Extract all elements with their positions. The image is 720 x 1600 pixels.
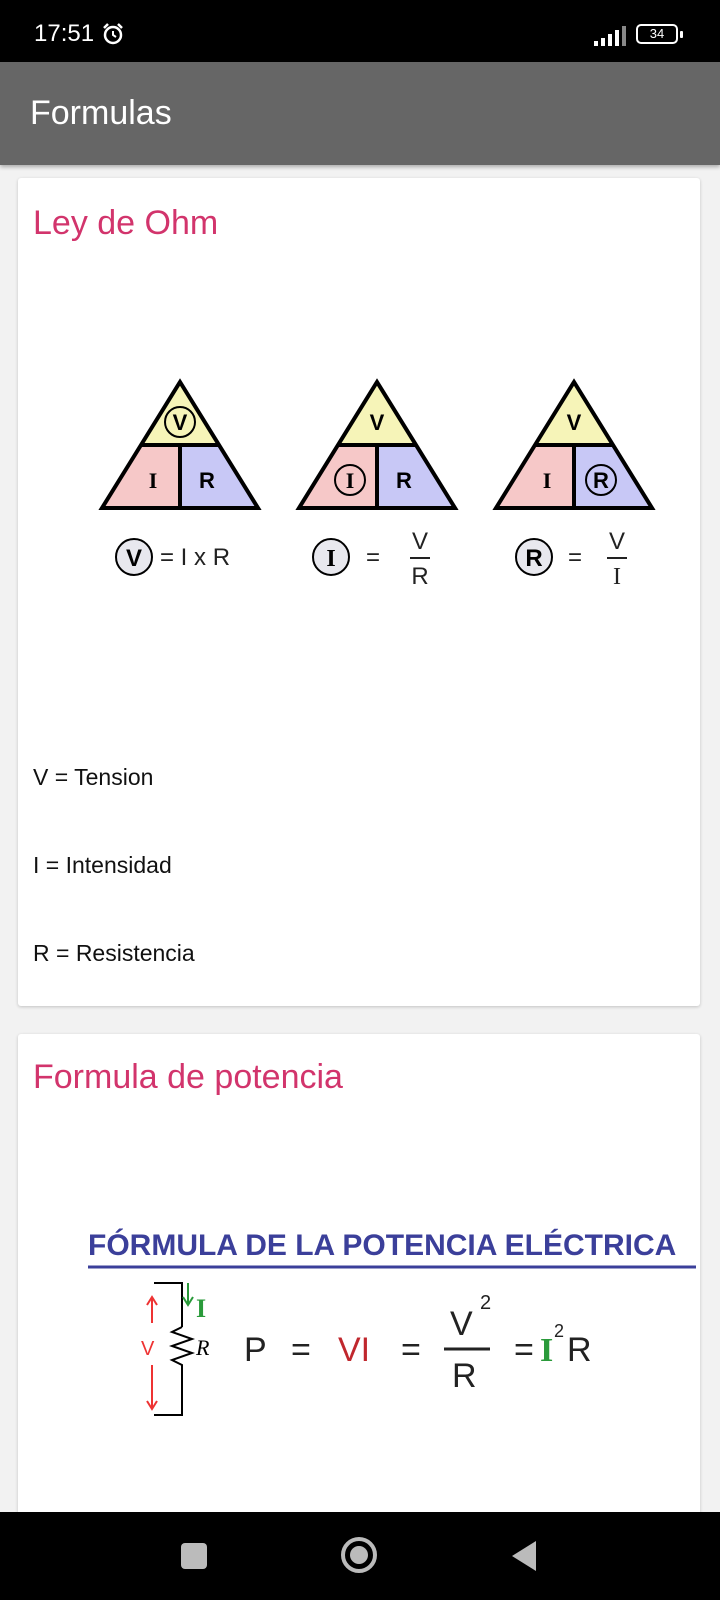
svg-text:V: V <box>412 528 428 555</box>
power-heading: FÓRMULA DE LA POTENCIA ELÉCTRICA <box>88 1228 676 1262</box>
ohm-law-diagram: V I R V I R V I R V = I x R I = V R R = … <box>98 378 656 590</box>
ohm-formula-i: I = V R <box>312 528 430 590</box>
svg-text:2: 2 <box>554 1321 564 1341</box>
legend-voltage: V = Tension <box>33 764 154 790</box>
svg-text:V: V <box>141 1338 155 1360</box>
power-formula-title: Formula de potencia <box>33 1058 343 1096</box>
svg-text:I: I <box>149 468 158 493</box>
svg-text:V: V <box>567 410 582 435</box>
svg-text:R: R <box>396 468 412 493</box>
svg-text:=: = <box>401 1331 421 1369</box>
svg-text:VI: VI <box>338 1331 370 1369</box>
svg-text:P: P <box>244 1331 267 1369</box>
svg-text:R: R <box>593 468 609 493</box>
alarm-icon <box>103 23 123 45</box>
app-title: Formulas <box>30 94 172 132</box>
svg-text:=: = <box>514 1331 534 1369</box>
legend-resistance: R = Resistencia <box>33 940 195 966</box>
svg-text:I: I <box>196 1294 206 1323</box>
ohm-formula-r: R = V I <box>515 528 627 590</box>
app-bar: Formulas <box>0 62 720 165</box>
svg-text:I: I <box>326 546 335 572</box>
svg-text:R: R <box>525 545 542 572</box>
battery-level: 34 <box>649 26 665 41</box>
svg-text:=: = <box>568 544 582 571</box>
svg-text:=: = <box>366 544 380 571</box>
svg-text:I: I <box>543 468 552 493</box>
svg-text:R: R <box>195 1335 210 1360</box>
svg-text:R: R <box>199 468 215 493</box>
signal-icon <box>594 26 626 46</box>
resistor-circuit: V I R <box>141 1282 210 1416</box>
svg-text:V: V <box>609 528 625 555</box>
ohm-law-title: Ley de Ohm <box>33 204 219 242</box>
status-bar: 17:51 34 <box>0 0 720 62</box>
svg-text:V: V <box>126 545 142 572</box>
ohm-law-card[interactable]: Ley de Ohm V I R V I R V I R V = I x R I… <box>18 178 700 1006</box>
svg-text:V: V <box>450 1305 473 1343</box>
svg-text:R: R <box>452 1357 477 1395</box>
svg-text:I: I <box>346 468 355 493</box>
ohm-triangle-v: V I R <box>98 378 262 510</box>
power-formula-card[interactable]: Formula de potencia FÓRMULA DE LA POTENC… <box>18 1034 700 1534</box>
power-formula-diagram: FÓRMULA DE LA POTENCIA ELÉCTRICA V I R P… <box>88 1228 696 1416</box>
svg-text:= I x R: = I x R <box>160 544 230 571</box>
back-button[interactable] <box>510 1540 538 1572</box>
power-formula-expression: P = VI = V 2 R = I 2 R <box>244 1292 592 1395</box>
svg-text:I: I <box>540 1332 553 1369</box>
recents-button[interactable] <box>180 1542 208 1570</box>
svg-text:V: V <box>173 410 188 435</box>
ohm-triangle-r: V I R <box>492 378 656 510</box>
ohm-triangle-i: V I R <box>295 378 459 510</box>
svg-text:V: V <box>370 410 385 435</box>
svg-text:R: R <box>567 1331 592 1369</box>
ohm-formula-v: V = I x R <box>115 538 230 576</box>
battery-tip <box>680 31 683 38</box>
svg-text:2: 2 <box>480 1292 491 1314</box>
navigation-bar <box>0 1512 720 1600</box>
svg-text:=: = <box>291 1331 311 1369</box>
svg-text:R: R <box>411 563 428 590</box>
legend-current: I = Intensidad <box>33 852 172 878</box>
svg-text:I: I <box>613 564 621 590</box>
home-button[interactable] <box>340 1536 378 1574</box>
status-time: 17:51 <box>34 20 95 47</box>
battery-icon: 34 <box>636 24 678 44</box>
